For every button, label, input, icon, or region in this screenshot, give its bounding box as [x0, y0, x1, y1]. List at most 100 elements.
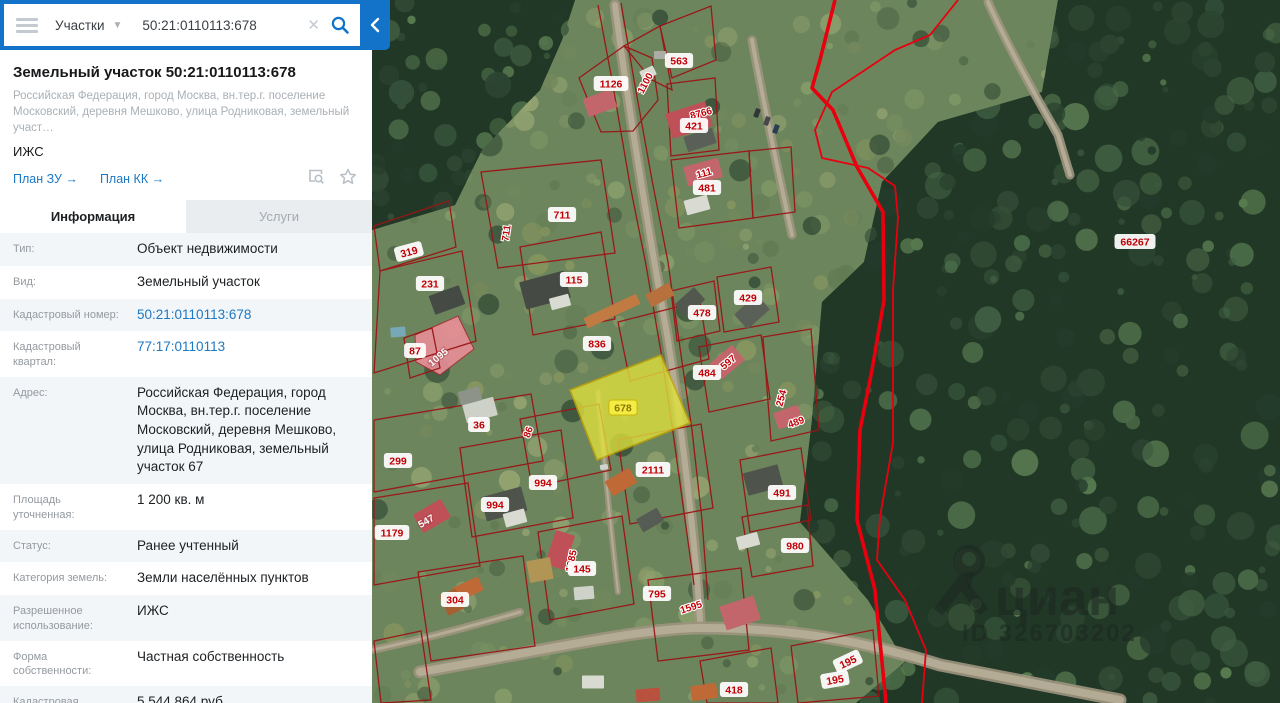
plan-zu-link[interactable]: План ЗУ → — [13, 172, 78, 186]
table-row: Кадастровая стоимость: 5 544 864 руб. — [0, 686, 372, 703]
svg-text:795: 795 — [648, 589, 666, 601]
tab-services[interactable]: Услуги — [186, 200, 372, 234]
row-label: Вид: — [13, 275, 36, 288]
parcel-label: 478 — [687, 305, 717, 320]
svg-text:980: 980 — [786, 541, 804, 553]
parcel-label: 711 — [547, 207, 577, 222]
svg-text:563: 563 — [670, 56, 688, 68]
parcel-label: 980 — [780, 538, 810, 553]
svg-text:421: 421 — [685, 121, 703, 133]
menu-icon[interactable] — [16, 17, 38, 33]
svg-text:491: 491 — [773, 488, 791, 500]
parcel-label: 2111 — [635, 462, 671, 477]
svg-text:304: 304 — [446, 595, 464, 607]
svg-text:87: 87 — [409, 346, 421, 358]
search-category-select[interactable]: Участки — [55, 18, 105, 33]
parcel-address-summary: Российская Федерация, город Москва, вн.т… — [13, 90, 350, 135]
search-bar: Участки ▼ 50:21:0110113:678 ✕ — [0, 0, 390, 50]
svg-text:2111: 2111 — [642, 465, 664, 477]
page-title: Земельный участок 50:21:0110113:678 — [13, 64, 296, 81]
table-row: Тип: Объект недвижимости — [0, 233, 372, 266]
row-value: Земли населённых пунктов — [137, 570, 309, 586]
svg-text:418: 418 — [725, 685, 743, 697]
svg-text:678: 678 — [614, 403, 632, 415]
svg-text:478: 478 — [693, 308, 711, 320]
table-row: Статус: Ранее учтенный — [0, 529, 372, 563]
svg-text:994: 994 — [486, 500, 504, 512]
clear-search-icon[interactable]: ✕ — [307, 16, 320, 34]
tab-information[interactable]: Информация — [0, 200, 186, 234]
svg-text:711: 711 — [500, 224, 513, 242]
parcel-label: 994 — [528, 475, 558, 490]
parcel-info-panel: Земельный участок 50:21:0110113:678 Росс… — [0, 50, 372, 703]
search-input[interactable]: 50:21:0110113:678 — [142, 18, 303, 33]
result-header: Земельный участок 50:21:0110113:678 Росс… — [0, 50, 372, 200]
collapse-panel-button[interactable] — [360, 0, 390, 50]
parcel-label: 87 — [404, 343, 426, 358]
parcel-label: 115 — [559, 272, 589, 287]
parcel-usage: ИЖС — [13, 144, 44, 160]
parcel-label: 711 — [499, 223, 514, 243]
chevron-down-icon: ▼ — [112, 19, 123, 31]
parcel-label: 145 — [567, 561, 597, 576]
table-row: Кадастровый номер: 50:21:0110113:678 — [0, 298, 372, 332]
row-value: Земельный участок — [137, 273, 260, 289]
row-label: Тип: — [13, 243, 35, 256]
parcel-label: 1126 — [593, 76, 629, 91]
table-row: Адрес: Российская Федерация, город Москва… — [0, 376, 372, 484]
favorite-star-icon[interactable] — [339, 168, 357, 190]
table-row: Вид: Земельный участок — [0, 266, 372, 299]
svg-text:циан: циан — [995, 569, 1119, 627]
parcel-attributes-table: Тип: Объект недвижимости Вид: Земельный уча… — [0, 233, 372, 703]
parcel-label: 481 — [692, 180, 722, 195]
row-value-link[interactable]: 77:17:0110113 — [125, 338, 372, 370]
parcel-label: 678 — [608, 399, 638, 416]
row-label: Кадастровый номер: — [13, 308, 119, 321]
parcel-label: 299 — [383, 453, 413, 468]
row-label: Кадастровый квартал: — [13, 341, 81, 368]
row-label: Статус: — [13, 539, 51, 552]
parcel-label: 231 — [415, 276, 445, 291]
row-label: Категория земель: — [13, 572, 108, 585]
svg-text:36: 36 — [473, 420, 485, 432]
svg-text:1126: 1126 — [600, 79, 623, 91]
row-value-link[interactable]: 50:21:0110113:678 — [125, 306, 372, 325]
row-label: Кадастровая стоимость: — [13, 696, 79, 703]
table-row: Форма собственности: Частная собственност… — [0, 641, 372, 687]
row-value: Частная собственность — [137, 648, 285, 664]
parcel-label: 994 — [480, 497, 510, 512]
row-value: ИЖС — [137, 602, 169, 618]
svg-text:115: 115 — [566, 275, 583, 287]
parcel-label: 304 — [440, 592, 470, 607]
parcel-label: 421 — [679, 118, 709, 133]
svg-text:66267: 66267 — [1120, 237, 1149, 249]
svg-text:ID 326703202: ID 326703202 — [962, 620, 1137, 647]
parcel-label: 36 — [468, 417, 490, 432]
svg-text:481: 481 — [698, 183, 716, 195]
row-label: Адрес: — [13, 386, 48, 399]
search-icon[interactable] — [330, 15, 350, 35]
table-row: Категория земель: Земли населённых пункто… — [0, 562, 372, 595]
search-field: Участки ▼ 50:21:0110113:678 ✕ — [4, 4, 360, 46]
row-label: Форма собственности: — [13, 650, 92, 678]
svg-text:711: 711 — [554, 210, 571, 222]
parcel-label: 429 — [733, 290, 763, 305]
tab-bar: Информация Услуги — [0, 200, 372, 234]
row-value: Российская Федерация, город Москва, вн.т… — [137, 384, 337, 475]
svg-text:299: 299 — [389, 456, 407, 468]
svg-text:1179: 1179 — [381, 528, 404, 540]
parcel-label: 66267 — [1114, 234, 1156, 249]
svg-text:145: 145 — [573, 564, 591, 576]
parcel-label: 1179 — [374, 525, 410, 540]
row-value: 1 200 кв. м — [137, 491, 205, 507]
parcel-label: 491 — [767, 485, 797, 500]
row-value: Ранее учтенный — [137, 537, 239, 553]
svg-text:484: 484 — [698, 368, 716, 380]
svg-text:429: 429 — [739, 293, 757, 305]
row-value: 5 544 864 руб. — [137, 694, 227, 703]
preview-search-icon[interactable] — [308, 168, 325, 190]
svg-text:231: 231 — [421, 279, 439, 291]
parcel-label: 836 — [582, 336, 612, 351]
parcel-label: 795 — [642, 586, 672, 601]
plan-kk-link[interactable]: План КК → — [100, 172, 164, 186]
